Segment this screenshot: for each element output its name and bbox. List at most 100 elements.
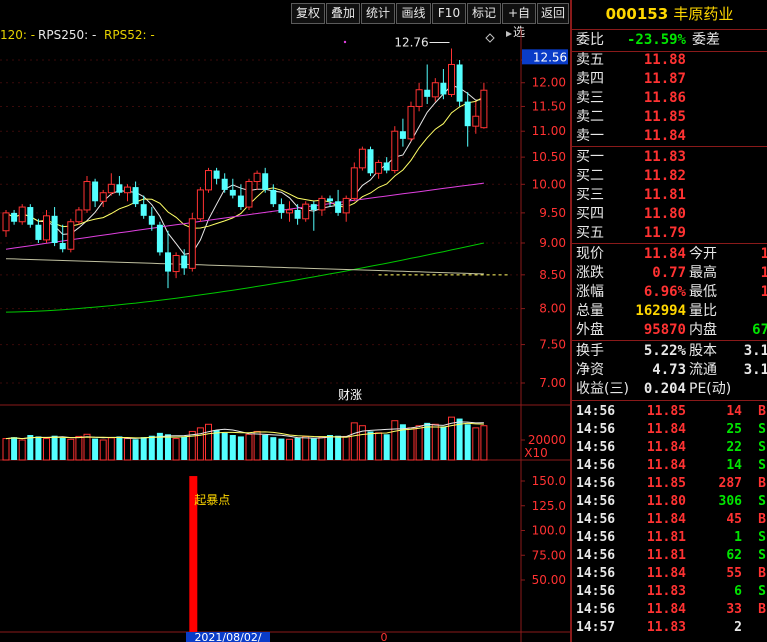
volume-bar: [43, 438, 50, 461]
volume-bar: [181, 436, 188, 460]
candle-body: [172, 255, 180, 273]
toolbar-button-2[interactable]: 统计: [361, 3, 395, 24]
quote-row-label: 涨跌: [576, 265, 604, 281]
candle-body: [278, 204, 285, 213]
kline-chart-area[interactable]: 12.5012.0011.5011.0010.5010.009.509.008.…: [0, 28, 570, 642]
quote-row-label: 外盘: [576, 322, 604, 338]
tick-row[interactable]: 14:56 11.84 55 B: [574, 565, 767, 583]
volume-bar: [327, 435, 333, 460]
chart-svg[interactable]: 12.5012.0011.5011.0010.5010.009.509.008.…: [0, 28, 570, 642]
quote-row: 涨幅 6.96% 最低 1: [574, 283, 767, 302]
indicator-tick-label: 125.0: [532, 499, 566, 513]
bid-row-value: 11.83: [643, 149, 686, 165]
bid-row: 买一 11.83: [574, 148, 767, 167]
ask-row: 卖二 11.85: [574, 108, 767, 127]
price-tick-label: 7.00: [539, 376, 566, 390]
tick-row[interactable]: 14:56 11.84 33 B: [574, 601, 767, 619]
tick-row[interactable]: 14:56 11.84 14 S: [574, 457, 767, 475]
quote-panel: 000153 丰原药业 委比 -23.59% 委差 卖五 11.88 卖四 11.87…: [570, 0, 767, 642]
tick-time: 14:56: [576, 476, 616, 491]
bid-row-label: 买四: [576, 206, 604, 222]
divider: [572, 146, 767, 147]
candle-body: [140, 204, 147, 216]
volume-bar: [237, 436, 244, 460]
tick-row[interactable]: 14:56 11.81 62 S: [574, 547, 767, 565]
toolbar-button-5[interactable]: 标记: [467, 3, 501, 24]
volume-bar: [245, 433, 253, 461]
divider: [572, 340, 767, 341]
tick-price: 11.84: [646, 422, 686, 437]
tick-price: 11.85: [646, 404, 686, 419]
quote-row: 总量 162994 量比: [574, 302, 767, 321]
stock-header: 000153 丰原药业: [572, 0, 767, 29]
volume-bar: [107, 437, 115, 461]
tick-volume: 14: [726, 458, 742, 473]
candle-body: [342, 197, 350, 214]
tick-time: 14:56: [576, 404, 616, 419]
candle-body: [27, 207, 34, 225]
tick-row[interactable]: 14:56 11.84 22 S: [574, 439, 767, 457]
tick-row[interactable]: 14:56 11.85 14 B: [574, 403, 767, 421]
candle-body: [448, 63, 455, 95]
divider: [572, 400, 767, 401]
fundamental-row-value: 5.22%: [643, 343, 686, 359]
ma120-line: [5, 258, 484, 275]
volume-bar: [35, 436, 42, 460]
quote-row-value: 11.84: [643, 246, 686, 262]
candle-body: [188, 218, 196, 269]
bid-row-value: 11.81: [643, 187, 686, 203]
volume-bar: [116, 436, 123, 460]
fundamental-row-value: 0.204: [643, 381, 686, 397]
toolbar-button-3[interactable]: 画线: [396, 3, 431, 24]
order-ratio-value: -23.59%: [626, 32, 686, 48]
volume-bar: [318, 436, 326, 461]
volume-bar: [294, 437, 301, 460]
bid-row-label: 买一: [576, 149, 604, 165]
candle-body: [270, 189, 277, 205]
bid-row: 买五 11.79: [574, 224, 767, 243]
ask-row: 卖一 11.84: [574, 127, 767, 146]
bid-row-value: 11.82: [643, 168, 686, 184]
order-diff-label: 委差: [692, 32, 720, 48]
tick-time: 14:56: [576, 422, 616, 437]
bid-row-label: 买三: [576, 187, 604, 203]
price-tick-label: 8.00: [539, 302, 566, 316]
candle-body: [132, 187, 139, 205]
toolbar-button-0[interactable]: 复权: [291, 3, 325, 24]
toolbar-button-4[interactable]: F10: [432, 3, 466, 24]
volume-bar: [165, 434, 171, 460]
candle-body: [367, 149, 374, 174]
volume-bar: [350, 422, 358, 461]
tick-row[interactable]: 14:56 11.85 287 B: [574, 475, 767, 493]
toolbar-button-7[interactable]: 返回: [537, 3, 569, 24]
volume-bar: [335, 435, 342, 460]
volume-bar: [75, 435, 83, 461]
tick-row[interactable]: 14:56 11.80 306 S: [574, 493, 767, 511]
volume-bar: [480, 425, 488, 461]
candle-body: [294, 209, 301, 219]
tick-side: B: [758, 476, 766, 491]
candle-body: [358, 148, 366, 169]
toolbar-button-6[interactable]: +自选: [502, 3, 536, 39]
toolbar-button-1[interactable]: 叠加: [326, 3, 360, 24]
candle-body: [335, 201, 342, 213]
tick-volume: 55: [726, 566, 742, 581]
volume-bar: [27, 435, 34, 460]
fundamental-row-label2: 股本: [689, 343, 717, 359]
current-price-label: 12.56: [533, 50, 567, 64]
volume-bar: [407, 427, 415, 461]
tick-side: B: [758, 566, 766, 581]
candle-body: [424, 89, 431, 97]
tick-row[interactable]: 14:57 11.83 2: [574, 619, 767, 637]
tick-row[interactable]: 14:56 11.83 6 S: [574, 583, 767, 601]
volume-bar: [140, 437, 147, 460]
ask-row-value: 11.87: [643, 71, 686, 87]
tick-row[interactable]: 14:56 11.84 45 B: [574, 511, 767, 529]
candle-body: [318, 197, 326, 211]
tick-row[interactable]: 14:56 11.84 25 S: [574, 421, 767, 439]
ask-row-label: 卖一: [576, 128, 604, 144]
candle-body: [59, 243, 66, 250]
tick-row[interactable]: 14:56 11.81 1 S: [574, 529, 767, 547]
volume-bar: [367, 431, 374, 460]
candle-body: [237, 195, 244, 208]
